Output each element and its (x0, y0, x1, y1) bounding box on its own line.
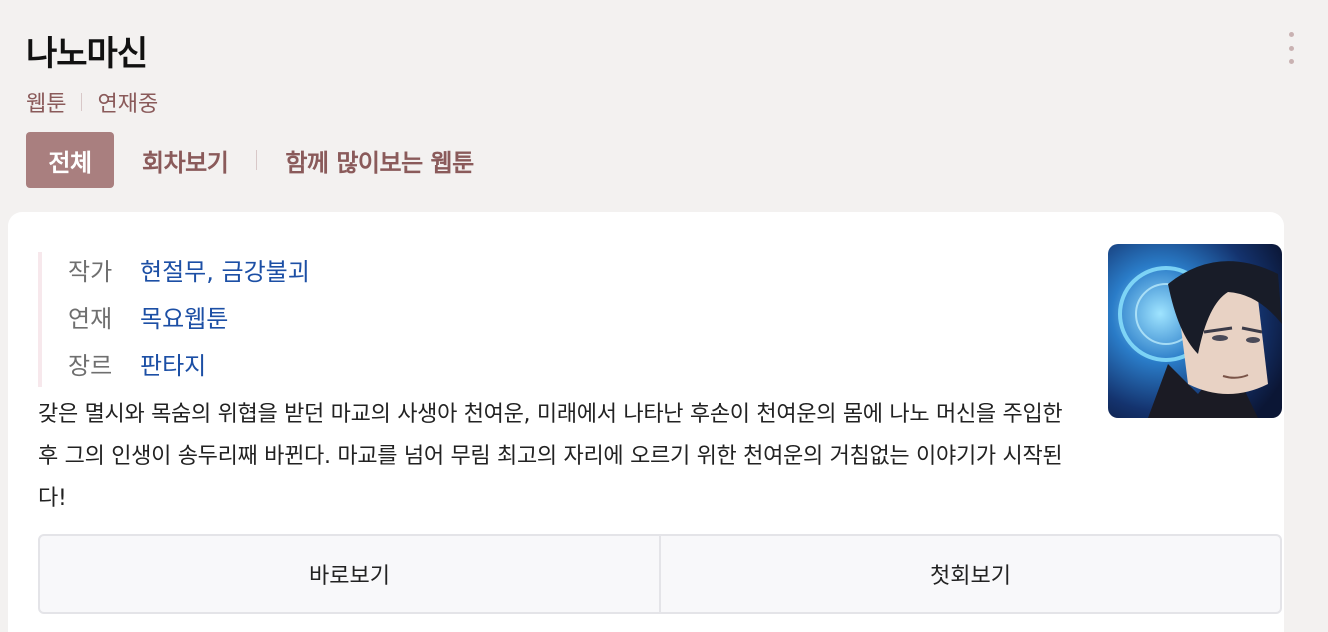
serial-day-link[interactable]: 목요웹툰 (140, 299, 228, 334)
tab-all[interactable]: 전체 (26, 132, 114, 188)
detail-card: 작가 현절무, 금강불괴 연재 목요웹툰 장르 판타지 갖은 멸시와 목숨의 위… (8, 212, 1284, 632)
info-row-serial: 연재 목요웹툰 (68, 293, 438, 340)
tab-divider (256, 150, 258, 170)
author-link[interactable]: 현절무, 금강불괴 (140, 252, 310, 287)
vertical-dots-icon (1288, 32, 1294, 37)
info-list: 작가 현절무, 금강불괴 연재 목요웹툰 장르 판타지 (38, 252, 438, 387)
meta-divider (81, 93, 83, 111)
tab-bar: 전체 회차보기 함께 많이보는 웹툰 (26, 132, 474, 188)
info-label: 연재 (68, 305, 113, 333)
info-label: 장르 (68, 352, 113, 380)
tab-recommended[interactable]: 함께 많이보는 웹툰 (285, 132, 474, 188)
more-options-button[interactable] (1278, 28, 1304, 68)
read-actions: 바로보기 첫회보기 (38, 534, 1282, 614)
webtoon-meta: 웹툰 연재중 (26, 86, 158, 118)
info-row-genre: 장르 판타지 (68, 340, 438, 387)
page-title: 나노마신 (26, 34, 148, 74)
synopsis: 갖은 멸시와 목숨의 위협을 받던 마교의 사생아 천여운, 미래에서 나타난 … (38, 402, 1063, 511)
category-label: 웹툰 (26, 92, 67, 117)
info-label: 작가 (68, 258, 113, 286)
status-label: 연재중 (97, 92, 159, 117)
info-row-author: 작가 현절무, 금강불괴 (68, 246, 438, 293)
tab-episodes[interactable]: 회차보기 (142, 132, 229, 188)
read-now-button[interactable]: 바로보기 (40, 536, 659, 612)
cover-image (1108, 244, 1282, 418)
first-episode-button[interactable]: 첫회보기 (659, 536, 1280, 612)
genre-link[interactable]: 판타지 (140, 346, 206, 381)
